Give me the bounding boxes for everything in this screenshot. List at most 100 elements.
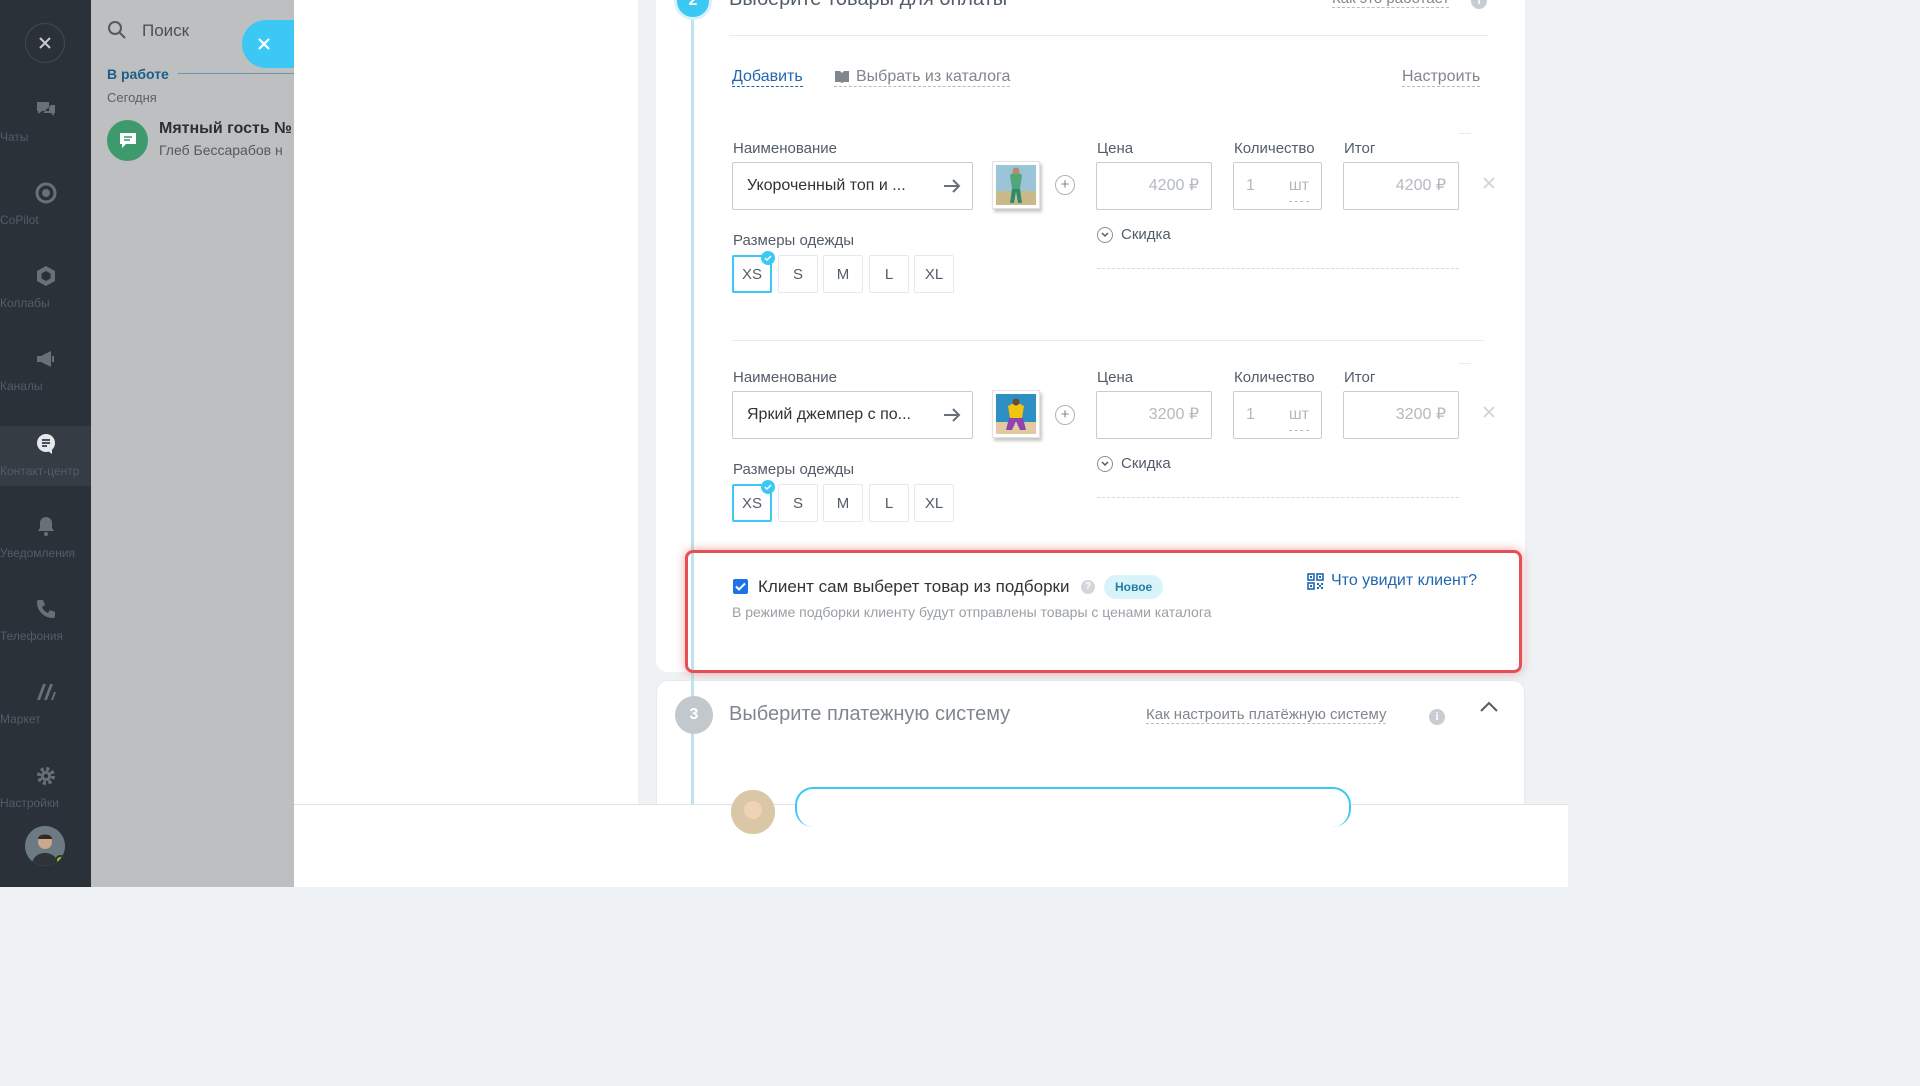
price-input[interactable]: 4200 ₽ [1096,162,1212,210]
book-icon [835,71,849,83]
sidebar-item-collabs[interactable]: Коллабы [0,264,91,328]
sidebar-item-label: Контакт-центр [0,464,80,478]
size-label: XS [741,494,762,512]
size-option-s[interactable]: S [778,255,818,293]
contact-center-icon [36,434,55,454]
tab-underline [178,73,294,74]
divider [1459,133,1471,134]
setup-link[interactable]: Настроить [1402,68,1481,87]
size-option-m[interactable]: M [823,484,863,522]
price-input[interactable]: 3200 ₽ [1096,391,1212,439]
chat-subtitle: Глеб Бессарабов н [159,142,283,158]
total-input[interactable]: 4200 ₽ [1343,162,1459,210]
step3-number: 3 [675,696,713,734]
size-option-s[interactable]: S [778,484,818,522]
size-option-m[interactable]: M [823,255,863,293]
price-label: Цена [1097,369,1134,386]
total-input[interactable]: 3200 ₽ [1343,391,1459,439]
check-icon [761,480,775,494]
size-option-l[interactable]: L [869,484,909,522]
search-input[interactable]: Поиск [142,21,189,41]
size-option-xs[interactable]: XS [732,251,775,293]
close-icon [39,37,51,49]
add-photo-button[interactable]: + [1055,175,1075,195]
sidebar-item-channels[interactable]: Каналы [0,347,91,411]
unit-selector[interactable]: шт [1288,400,1309,431]
info-icon[interactable]: i [1429,709,1445,725]
check-icon [735,582,746,591]
product-thumbnail[interactable] [992,390,1040,438]
discount-toggle[interactable]: Скидка [1097,226,1171,243]
size-option-xl[interactable]: XL [914,484,954,522]
size-label: XS [741,265,762,283]
group-label-today: Сегодня [107,90,157,105]
size-option-l[interactable]: L [869,255,909,293]
chat-name[interactable]: Мятный гость № [159,120,294,138]
close-icon [258,38,270,50]
sidebar-item-label: Настройки [0,796,59,810]
product-name-input[interactable]: Яркий джемпер с по... [732,391,973,439]
sizes-label: Размеры одежды [733,461,855,478]
sidebar-item-settings[interactable]: Настройки [0,764,91,828]
discount-label: Скидка [1121,455,1171,472]
chat-bubble-icon [119,132,136,148]
divider [732,340,1484,341]
product-photo [996,394,1036,434]
sidebar-item-contact-center[interactable]: Контакт-центр [0,426,91,486]
client-preview-label: Что увидит клиент? [1331,572,1478,589]
remove-product-button[interactable] [1483,405,1495,423]
total-label: Итог [1344,369,1376,386]
close-icon [1483,177,1495,189]
market-icon [36,684,56,700]
remove-product-button[interactable] [1483,176,1495,194]
add-photo-button[interactable]: + [1055,405,1075,425]
sidebar-item-market[interactable]: Маркет [0,680,91,744]
selection-hint: В режиме подборки клиенту будут отправле… [732,604,1212,620]
sidebar-item-notifications[interactable]: Уведомления [0,514,91,578]
client-preview-link[interactable]: Что увидит клиент? [1307,572,1477,590]
chevron-up-icon[interactable] [1478,700,1500,714]
client-select-checkbox[interactable] [733,579,748,594]
product-thumbnail[interactable] [992,161,1040,209]
tab-in-work[interactable]: В работе [107,66,169,82]
size-option-xs[interactable]: XS [732,480,775,522]
sidebar-item-label: Каналы [0,379,43,393]
step3-howto-link[interactable]: Как настроить платёжную систему [1146,706,1387,724]
sidebar-item-chats[interactable]: Чаты [0,98,91,162]
step2-howto-link[interactable]: Как это работает [1332,0,1450,8]
online-status-dot [55,855,65,866]
unit-selector[interactable]: шт [1288,171,1309,202]
user-avatar[interactable] [25,826,65,866]
product-name-value: Яркий джемпер с по... [747,406,911,423]
close-panel-button[interactable] [242,20,294,68]
sidebar-item-label: Чаты [0,130,29,144]
close-slider-button[interactable] [25,23,65,63]
product-name-value: Укороченный топ и ... [747,177,906,194]
sidebar-item-label: CoPilot [0,213,39,227]
add-product-link[interactable]: Добавить [732,68,803,87]
slider-left-area [294,0,638,804]
product-name-input[interactable]: Укороченный топ и ... [732,162,973,210]
chat-avatar[interactable] [107,120,148,161]
client-select-label[interactable]: Клиент сам выберет товар из подборки [758,577,1069,597]
avatar-photo [731,790,775,834]
hexagon-icon [36,266,55,286]
chevron-down-icon [1097,455,1113,472]
discount-toggle[interactable]: Скидка [1097,455,1171,472]
help-icon[interactable]: ? [1081,580,1095,594]
size-option-xl[interactable]: XL [914,255,954,293]
sidebar-item-label: Уведомления [0,546,76,560]
catalog-link[interactable]: Выбрать из каталога [834,68,1011,87]
sidebar-item-copilot[interactable]: CoPilot [0,181,91,245]
quantity-input[interactable]: 1 шт [1233,391,1322,439]
sidebar-item-telephony[interactable]: Телефония [0,597,91,661]
divider [729,35,1488,36]
sizes-label: Размеры одежды [733,232,855,249]
step3-card [656,680,1525,804]
quantity-input[interactable]: 1 шт [1233,162,1322,210]
arrow-right-icon[interactable] [942,175,962,197]
quantity-label: Количество [1234,369,1315,386]
name-label: Наименование [733,140,837,157]
megaphone-icon [36,351,54,367]
arrow-right-icon[interactable] [942,404,962,426]
